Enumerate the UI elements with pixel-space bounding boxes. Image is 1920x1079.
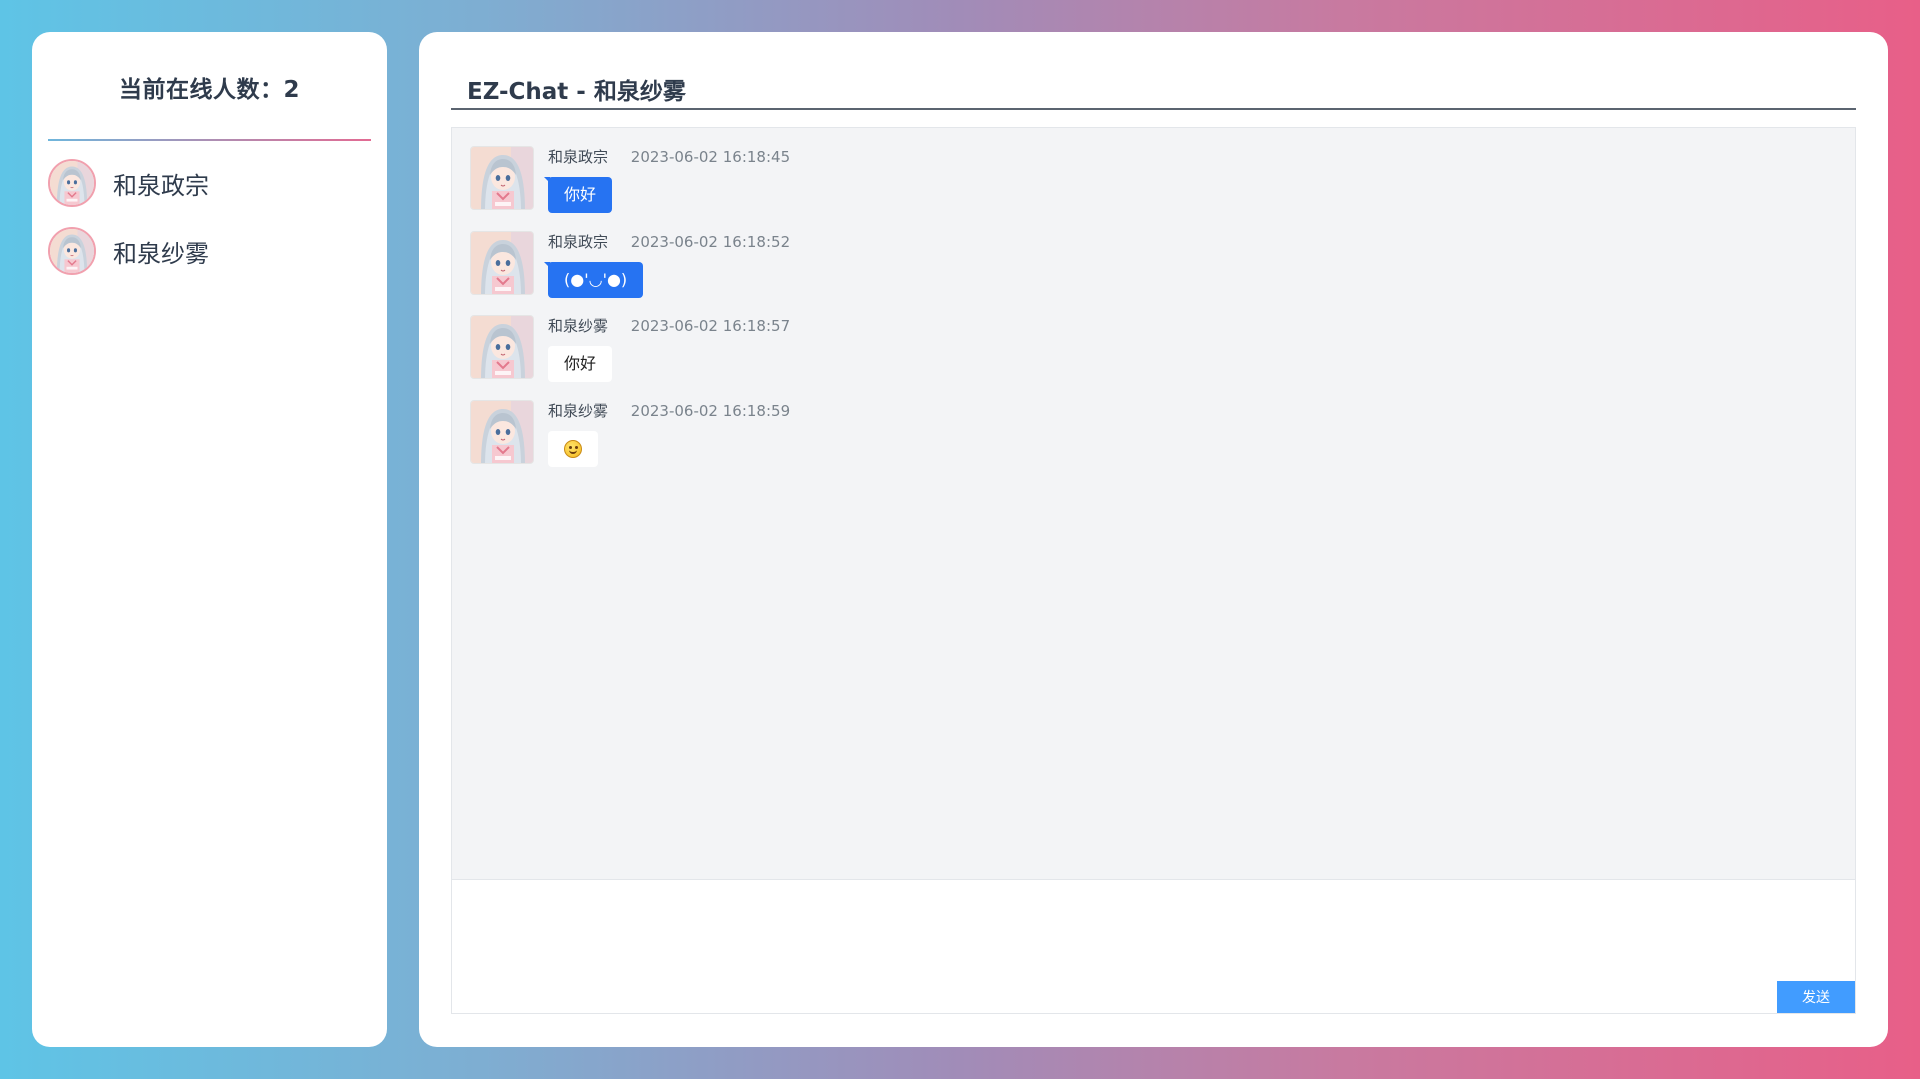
send-button[interactable]: 发送: [1777, 981, 1855, 1013]
message-bubble: (●'◡'●): [543, 262, 644, 298]
avatar: [470, 231, 534, 295]
message-sender: 和泉政宗: [548, 148, 609, 166]
message-meta: 和泉纱雾 2023-06-02 16:18:59: [548, 400, 790, 421]
chat-header: EZ-Chat - 和泉纱雾: [451, 72, 1856, 110]
online-count-title: 当前在线人数：2: [118, 77, 300, 103]
avatar: [48, 159, 96, 207]
user-name: 和泉政宗: [113, 171, 209, 200]
message-time: 2023-06-02 16:18:45: [630, 148, 791, 166]
message-bubble: 你好: [543, 177, 613, 213]
message-time: 2023-06-02 16:18:52: [630, 233, 791, 251]
smiling-face-emoji-icon: [564, 440, 582, 458]
message-bubble: 你好: [548, 346, 613, 382]
message-list[interactable]: 和泉政宗 2023-06-02 16:18:45 你好 和泉政宗 2023-06…: [452, 128, 1855, 880]
message-meta: 和泉纱雾 2023-06-02 16:18:57: [548, 315, 790, 336]
message-bubble: [548, 431, 598, 467]
online-users-panel: 当前在线人数：2 和泉政宗 和泉纱雾: [32, 32, 387, 1047]
message-time: 2023-06-02 16:18:57: [630, 317, 791, 335]
message-sender: 和泉政宗: [548, 233, 609, 251]
user-list-item[interactable]: 和泉纱雾: [48, 225, 387, 277]
message-input-area: 发送: [452, 880, 1855, 1013]
chat-panel: EZ-Chat - 和泉纱雾 和泉政宗 2023-06-02 16:18:45 …: [419, 32, 1888, 1047]
message-meta: 和泉政宗 2023-06-02 16:18:45: [548, 146, 790, 167]
user-name: 和泉纱雾: [113, 239, 209, 268]
chat-box: 和泉政宗 2023-06-02 16:18:45 你好 和泉政宗 2023-06…: [451, 127, 1856, 1014]
message-sender: 和泉纱雾: [548, 402, 609, 420]
sidebar-divider: [48, 139, 371, 141]
chat-title: EZ-Chat - 和泉纱雾: [467, 79, 686, 105]
avatar: [48, 227, 96, 275]
online-user-list: 和泉政宗 和泉纱雾: [32, 157, 387, 277]
avatar: [470, 315, 534, 379]
message-input[interactable]: [452, 880, 1855, 1013]
avatar: [470, 400, 534, 464]
avatar: [470, 146, 534, 210]
message-sender: 和泉纱雾: [548, 317, 609, 335]
message-time: 2023-06-02 16:18:59: [630, 402, 791, 420]
user-list-item[interactable]: 和泉政宗: [48, 157, 387, 209]
message-meta: 和泉政宗 2023-06-02 16:18:52: [548, 231, 790, 252]
